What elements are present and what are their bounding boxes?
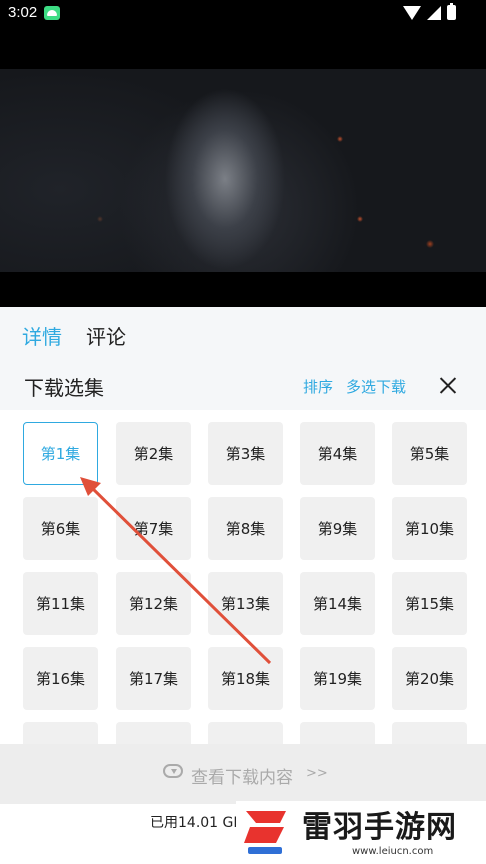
- status-indicators: [403, 3, 456, 20]
- episode-item[interactable]: 第8集: [208, 497, 283, 560]
- episode-item[interactable]: 第2集: [116, 422, 191, 485]
- episode-item[interactable]: 第17集: [116, 647, 191, 710]
- episode-grid: 第1集 第2集 第3集 第4集 第5集 第6集 第7集 第8集 第9集 第10集 第11集 第12集第…: [0, 410, 486, 745]
- episode-item[interactable]: 第10集: [392, 497, 467, 560]
- android-app-icon: [44, 6, 60, 20]
- status-bar: 3:02: [0, 0, 486, 28]
- episode-item[interactable]: 第13集: [208, 572, 283, 635]
- cloud-download-icon: [163, 764, 183, 778]
- watermark-logo-icon: [244, 811, 286, 854]
- episode-item[interactable]: 第1集: [23, 422, 98, 485]
- watermark-title: 雷羽手游网: [302, 810, 457, 845]
- video-player[interactable]: [0, 28, 486, 307]
- episode-item[interactable]: 第4集: [300, 422, 375, 485]
- tab-details[interactable]: 详情: [22, 321, 62, 350]
- video-frame[interactable]: [0, 69, 486, 272]
- view-downloads-label: 查看下载内容: [191, 768, 293, 788]
- close-icon[interactable]: [434, 372, 462, 400]
- episode-item[interactable]: 第15集: [392, 572, 467, 635]
- episode-item[interactable]: 第3集: [208, 422, 283, 485]
- view-downloads-button[interactable]: 查看下载内容 >>: [0, 744, 486, 804]
- wifi-icon: [403, 5, 421, 20]
- episode-item[interactable]: [300, 722, 375, 745]
- episode-item[interactable]: 第9集: [300, 497, 375, 560]
- episode-item[interactable]: 第19集: [300, 647, 375, 710]
- chevrons-right-icon: >>: [306, 766, 328, 781]
- episode-item[interactable]: 第5集: [392, 422, 467, 485]
- multi-download-button[interactable]: 多选下载: [346, 376, 406, 397]
- download-title: 下载选集: [24, 376, 104, 400]
- episode-item[interactable]: 第11集: [23, 572, 98, 635]
- episode-item[interactable]: 第14集: [300, 572, 375, 635]
- download-header: 下载选集 排序 多选下载: [0, 359, 486, 409]
- episode-item[interactable]: [208, 722, 283, 745]
- episode-item[interactable]: 第6集: [23, 497, 98, 560]
- status-time: 3:02: [8, 4, 38, 21]
- watermark: 雷羽手游网 www.leiucn.com: [236, 801, 486, 864]
- download-sheet: 详情 评论 下载选集 排序 多选下载 第1集 第2集 第3集 第4集 第5集第6集 第7集…: [0, 307, 486, 864]
- battery-icon: [447, 3, 456, 20]
- cell-signal-icon: [427, 5, 441, 20]
- episode-item[interactable]: [116, 722, 191, 745]
- episode-item[interactable]: 第20集: [392, 647, 467, 710]
- watermark-url: www.leiucn.com: [352, 846, 434, 857]
- sort-button[interactable]: 排序: [303, 376, 333, 397]
- episode-item[interactable]: 第16集: [23, 647, 98, 710]
- episode-item[interactable]: 第12集: [116, 572, 191, 635]
- storage-text: 已用14.01 GB: [150, 815, 243, 831]
- tab-comments[interactable]: 评论: [86, 321, 126, 350]
- episode-item[interactable]: [23, 722, 98, 745]
- episode-item[interactable]: 第18集: [208, 647, 283, 710]
- tab-bar: 详情 评论: [0, 307, 486, 357]
- episode-item[interactable]: 第7集: [116, 497, 191, 560]
- episode-item[interactable]: [392, 722, 467, 745]
